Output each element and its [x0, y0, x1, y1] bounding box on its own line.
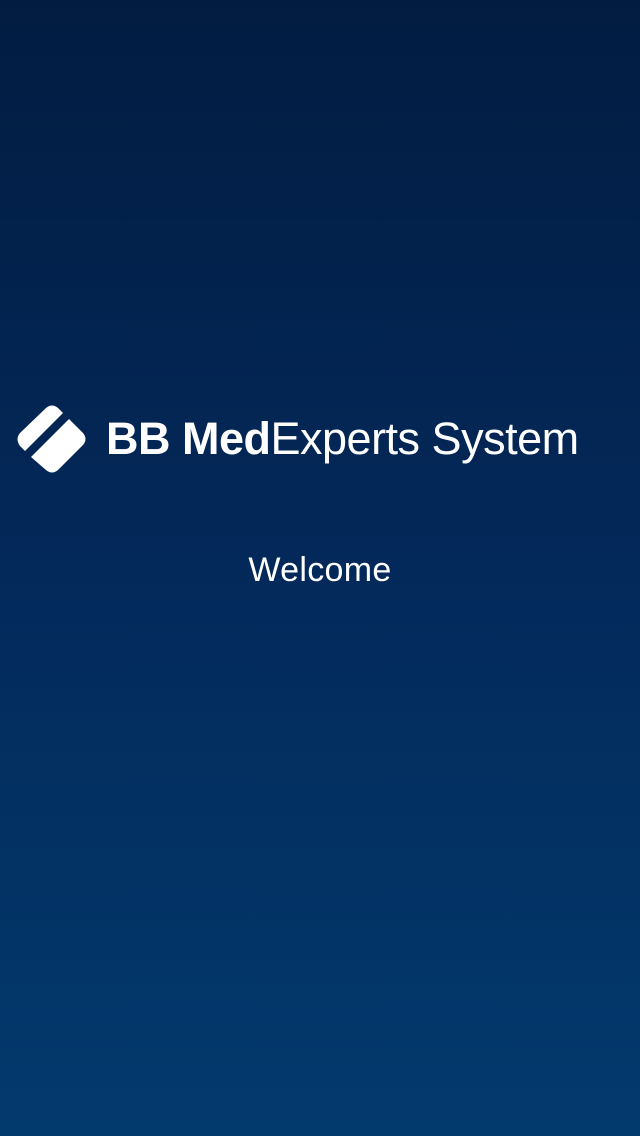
- wordmark-regular: Experts System: [270, 413, 580, 464]
- brand-lockup: BB MedExperts System: [16, 402, 626, 476]
- welcome-text: Welcome: [248, 551, 392, 589]
- splash-screen: BB MedExperts System Welcome: [0, 0, 640, 1136]
- app-wordmark: BB MedExperts System: [106, 402, 579, 476]
- bb-diamond-logo-icon: [16, 403, 88, 475]
- wordmark-bold: BB Med: [106, 413, 271, 464]
